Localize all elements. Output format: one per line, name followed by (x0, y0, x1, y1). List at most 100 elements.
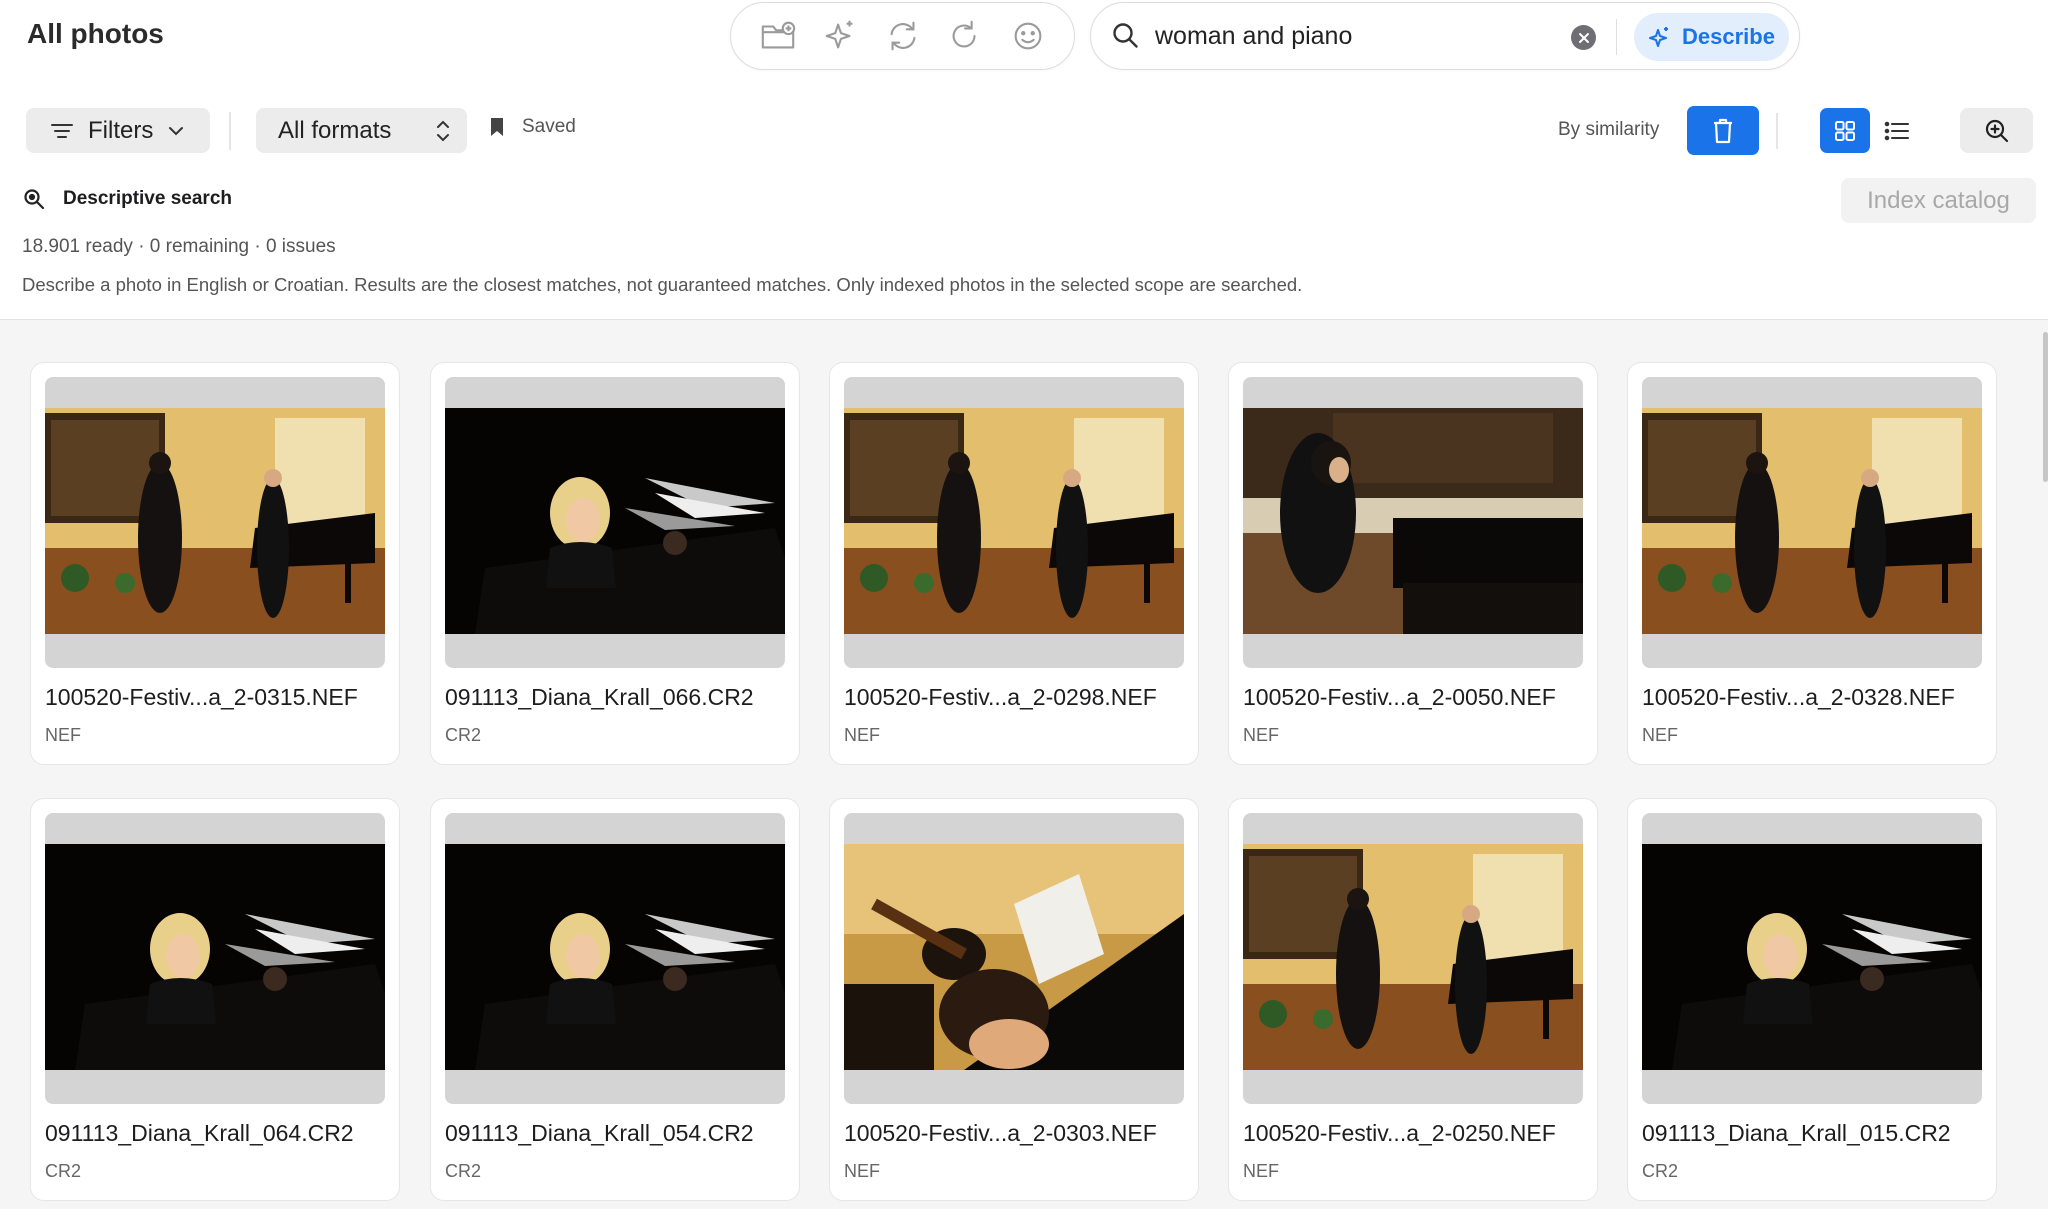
zoom-in-icon (1985, 119, 2008, 142)
photo-thumbnail-frame (844, 813, 1184, 1104)
descriptive-search-title: Descriptive search (63, 188, 232, 209)
grid-icon (1835, 120, 1855, 141)
photo-card[interactable]: 091113_Diana_Krall_064.CR2 CR2 (30, 798, 400, 1201)
chevron-updown-icon (437, 120, 449, 142)
photo-thumbnail (445, 844, 785, 1070)
photo-thumbnail-frame (45, 377, 385, 668)
photo-filename: 100520-Festiv...a_2-0328.NEF (1642, 684, 1955, 710)
photo-format: NEF (844, 725, 880, 745)
photo-format: NEF (1243, 1161, 1279, 1181)
photo-format: CR2 (45, 1161, 82, 1181)
sparkle-icon (825, 20, 853, 49)
sparkle-icon (1649, 27, 1669, 47)
describe-button[interactable]: Describe (1634, 13, 1789, 61)
filters-button[interactable]: Filters (26, 108, 210, 153)
photo-thumbnail-frame (1243, 813, 1583, 1104)
photo-format: NEF (1243, 725, 1279, 745)
describe-label: Describe (1682, 24, 1775, 49)
photo-card[interactable]: 100520-Festiv...a_2-0298.NEF NEF (829, 362, 1199, 765)
list-view-button[interactable] (1872, 108, 1922, 153)
list-icon (1884, 121, 1909, 140)
photo-thumbnail-frame (1243, 377, 1583, 668)
photo-thumbnail-frame (1642, 377, 1982, 668)
trash-icon (1714, 118, 1732, 143)
photo-card[interactable]: 091113_Diana_Krall_015.CR2 CR2 (1627, 798, 1997, 1201)
photo-filename: 100520-Festiv...a_2-0303.NEF (844, 1120, 1157, 1146)
index-catalog-button[interactable]: Index catalog (1841, 178, 2036, 223)
scrollbar[interactable] (2043, 332, 2048, 482)
faces-button[interactable] (1004, 12, 1052, 60)
descriptive-search-heading: Descriptive search (23, 188, 232, 210)
photo-thumbnail (1243, 408, 1583, 634)
photo-filename: 100520-Festiv...a_2-0315.NEF (45, 684, 358, 710)
zoom-button[interactable] (1960, 108, 2033, 153)
formats-select[interactable]: All formats (256, 108, 467, 153)
photo-filename: 100520-Festiv...a_2-0050.NEF (1243, 684, 1556, 710)
index-status: 18.901 ready · 0 remaining · 0 issues (22, 236, 336, 257)
folder-add-icon (761, 21, 795, 49)
photo-thumbnail (45, 408, 385, 634)
divider (229, 112, 231, 150)
search-box: Describe (1090, 2, 1800, 70)
photo-thumbnail (844, 408, 1184, 634)
sync-icon (890, 21, 915, 51)
saved-filter[interactable]: Saved (490, 116, 576, 138)
photo-thumbnail (45, 844, 385, 1070)
search-icon (1113, 23, 1138, 48)
photo-format: CR2 (445, 725, 482, 745)
photo-thumbnail-frame (45, 813, 385, 1104)
filters-label: Filters (88, 116, 154, 144)
photo-card[interactable]: 100520-Festiv...a_2-0328.NEF NEF (1627, 362, 1997, 765)
photo-card[interactable]: 091113_Diana_Krall_054.CR2 CR2 (430, 798, 800, 1201)
photo-card[interactable]: 100520-Festiv...a_2-0315.NEF NEF (30, 362, 400, 765)
photo-card[interactable]: 091113_Diana_Krall_066.CR2 CR2 (430, 362, 800, 765)
chevron-down-icon (169, 126, 184, 135)
photo-thumbnail (844, 844, 1184, 1070)
close-icon (1578, 32, 1589, 43)
photo-card[interactable]: 100520-Festiv...a_2-0250.NEF NEF (1228, 798, 1598, 1201)
photo-card[interactable]: 100520-Festiv...a_2-0303.NEF NEF (829, 798, 1199, 1201)
saved-label: Saved (522, 116, 576, 137)
divider (1776, 113, 1778, 149)
photo-format: CR2 (1642, 1161, 1679, 1181)
photo-filename: 091113_Diana_Krall_064.CR2 (45, 1120, 354, 1146)
grid-view-button[interactable] (1820, 108, 1870, 153)
bookmark-icon (491, 118, 503, 136)
filter-lines-icon (51, 123, 73, 138)
delete-button[interactable] (1687, 106, 1759, 155)
photo-thumbnail (445, 408, 785, 634)
page-title: All photos (27, 18, 164, 49)
divider (1616, 19, 1617, 55)
face-icon (1014, 22, 1041, 50)
photo-filename: 091113_Diana_Krall_066.CR2 (445, 684, 754, 710)
photo-thumbnail (1642, 408, 1982, 634)
photo-thumbnail (1642, 844, 1982, 1070)
photo-card[interactable]: 100520-Festiv...a_2-0050.NEF NEF (1228, 362, 1598, 765)
photo-thumbnail-frame (445, 377, 785, 668)
search-input[interactable] (1155, 21, 1575, 51)
help-text: Describe a photo in English or Croatian.… (22, 274, 1303, 295)
photo-format: CR2 (445, 1161, 482, 1181)
photo-thumbnail (1243, 844, 1583, 1070)
photo-filename: 100520-Festiv...a_2-0250.NEF (1243, 1120, 1556, 1146)
photo-thumbnail-frame (1642, 813, 1982, 1104)
photo-filename: 091113_Diana_Krall_015.CR2 (1642, 1120, 1951, 1146)
photo-format: NEF (45, 725, 81, 745)
photo-thumbnail-frame (445, 813, 785, 1104)
photo-format: NEF (844, 1161, 880, 1181)
photo-filename: 100520-Festiv...a_2-0298.NEF (844, 684, 1157, 710)
photo-thumbnail-frame (844, 377, 1184, 668)
sort-label[interactable]: By similarity (1558, 119, 1659, 141)
sync-button[interactable] (879, 12, 927, 60)
rotate-button[interactable] (941, 12, 989, 60)
ai-button[interactable] (816, 12, 864, 60)
photo-grid: 100520-Festiv...a_2-0315.NEF NEF 091113_Di… (0, 320, 2048, 1209)
toolbar-group (730, 2, 1075, 70)
rotate-icon (952, 20, 976, 48)
formats-value: All formats (278, 116, 392, 144)
photo-format: NEF (1642, 725, 1678, 745)
add-folder-button[interactable] (754, 12, 802, 60)
search-icon (24, 189, 45, 210)
clear-search-button[interactable] (1571, 25, 1596, 50)
photo-filename: 091113_Diana_Krall_054.CR2 (445, 1120, 754, 1146)
